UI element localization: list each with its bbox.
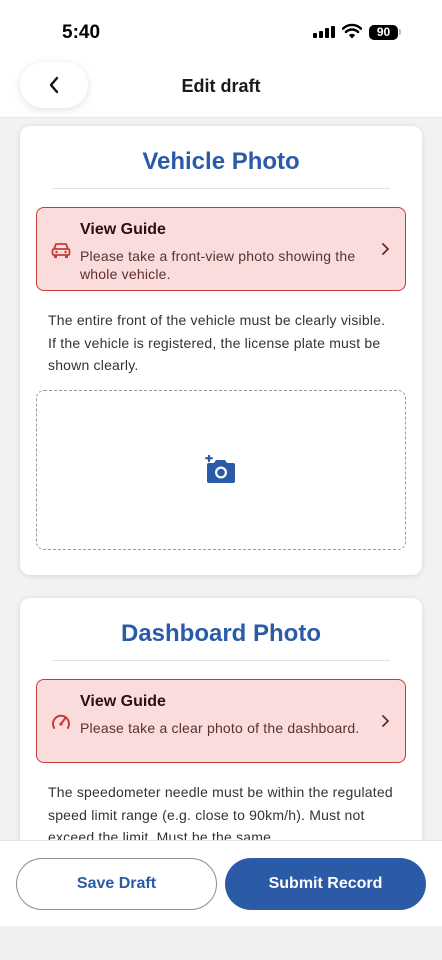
photo-upload-area[interactable] [36,389,406,550]
nav-bar: Edit draft [0,62,442,118]
battery-tip [399,29,401,35]
page-title: Edit draft [181,76,261,96]
save-draft-button[interactable]: Save Draft [16,858,217,910]
chevron-right-icon [382,243,389,255]
view-guide-button[interactable]: View Guide Please take a clear photo of … [36,679,406,763]
guide-title: View Guide [80,221,166,238]
divider [52,188,390,189]
status-bar: 5:40 90 [0,0,442,62]
guide-description: Please take a front-view photo showing t… [80,248,356,282]
section-description: The speedometer needle must be within th… [48,784,393,840]
speedometer-icon [52,714,70,729]
car-icon [51,243,71,258]
content-scroll[interactable]: Vehicle Photo View Guide Please take a f… [0,118,442,840]
section-description: The entire front of the vehicle must be … [48,312,386,373]
divider [52,660,390,661]
status-time: 5:40 [62,22,101,43]
cellular-signal-icon [313,26,335,38]
chevron-right-icon [382,715,389,727]
guide-description: Please take a clear photo of the dashboa… [80,720,360,736]
section-title: Vehicle Photo [142,148,300,175]
submit-record-button[interactable]: Submit Record [225,858,426,910]
wifi-icon [342,23,362,39]
bottom-action-bar: Save Draft Submit Record [0,840,442,926]
view-guide-button[interactable]: View Guide Please take a front-view phot… [36,207,406,291]
section-title: Dashboard Photo [120,620,321,647]
battery-icon: 90 [369,25,398,40]
add-photo-icon [205,454,235,483]
vehicle-photo-card: Vehicle Photo View Guide Please take a f… [20,126,422,575]
home-indicator-area [0,926,442,960]
dashboard-photo-card: Dashboard Photo View Guide Please take a… [20,598,422,840]
guide-title: View Guide [80,693,166,710]
